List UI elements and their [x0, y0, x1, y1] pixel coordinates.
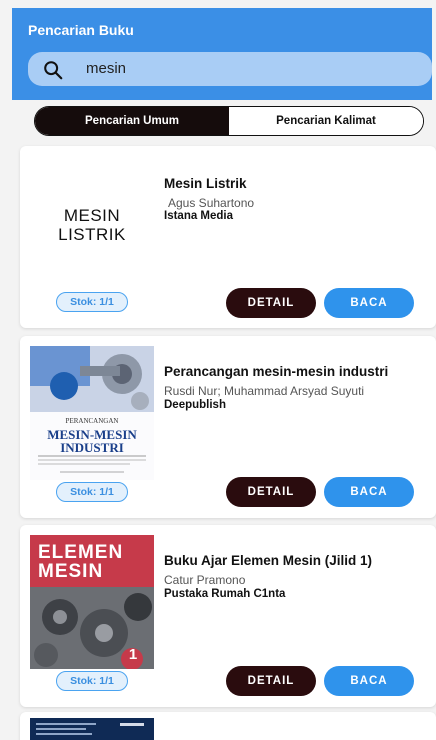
book-card — [20, 712, 436, 740]
book-author: Rusdi Nur; Muhammad Arsyad Suyuti — [164, 384, 365, 398]
stock-badge: Stok: 1/1 — [56, 482, 128, 502]
book-card: PERANCANGAN MESIN-MESIN INDUSTRI Peranca… — [20, 336, 436, 518]
book-title[interactable]: Perancangan mesin-mesin industri — [164, 364, 388, 379]
book-cover: PERANCANGAN MESIN-MESIN INDUSTRI — [30, 346, 154, 480]
search-input[interactable]: mesin — [28, 52, 432, 86]
read-button[interactable]: BACA — [324, 288, 414, 318]
book-cover: ELEMEN MESIN 1 — [30, 535, 154, 669]
book-publisher: Pustaka Rumah C1nta — [164, 588, 286, 600]
cover-title: MESIN LISTRIK — [58, 206, 126, 244]
book-publisher: Deepublish — [164, 399, 226, 411]
app-root: Pencarian Buku mesin Pencarian Umum Penc… — [0, 0, 436, 740]
page-title: Pencarian Buku — [28, 22, 134, 38]
search-value: mesin — [86, 60, 127, 77]
cover-title: PERANCANGAN MESIN-MESIN INDUSTRI — [47, 417, 137, 455]
book-author: Catur Pramono — [164, 573, 246, 587]
book-title[interactable]: Mesin Listrik — [164, 176, 247, 191]
detail-button[interactable]: DETAIL — [226, 477, 316, 507]
search-mode-tabs: Pencarian Umum Pencarian Kalimat — [34, 106, 424, 136]
tab-pencarian-umum[interactable]: Pencarian Umum — [35, 107, 229, 135]
read-button[interactable]: BACA — [324, 477, 414, 507]
book-card: ELEMEN MESIN 1 Buku Ajar Elemen Mesin (J… — [20, 525, 436, 707]
stock-badge: Stok: 1/1 — [56, 292, 128, 312]
book-publisher: Istana Media — [164, 210, 234, 222]
app-header: Pencarian Buku mesin — [12, 8, 432, 100]
book-cover: MESIN LISTRIK — [30, 156, 154, 290]
volume-badge: 1 — [128, 646, 138, 663]
industrial-machine-illustration — [30, 346, 154, 480]
cover-title: ELEMEN MESIN — [38, 542, 124, 582]
read-button[interactable]: BACA — [324, 666, 414, 696]
detail-button[interactable]: DETAIL — [226, 288, 316, 318]
search-icon — [44, 61, 63, 80]
book-title[interactable]: Buku Ajar Elemen Mesin (Jilid 1) — [164, 553, 372, 568]
detail-button[interactable]: DETAIL — [226, 666, 316, 696]
tab-pencarian-kalimat[interactable]: Pencarian Kalimat — [229, 107, 423, 135]
book-card: MESIN LISTRIK Mesin Listrik Agus Suharton… — [20, 146, 436, 328]
book-cover — [30, 718, 154, 740]
stock-badge: Stok: 1/1 — [56, 671, 128, 691]
book-author: Agus Suhartono — [168, 196, 255, 210]
